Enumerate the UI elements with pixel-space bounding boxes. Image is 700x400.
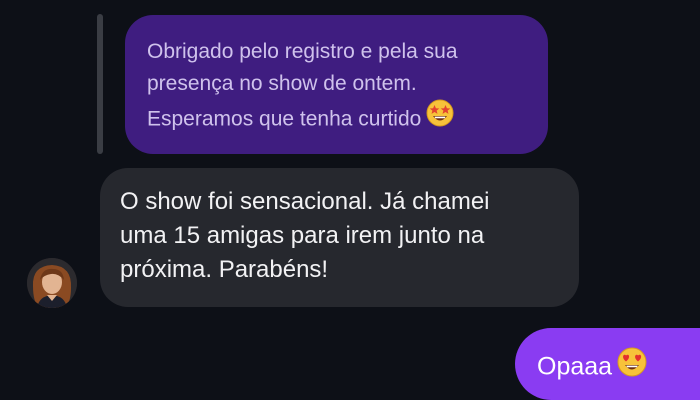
- quoted-message-line: presença no show de ontem.: [147, 72, 417, 95]
- outgoing-message-text: Opaaa: [537, 352, 613, 381]
- quoted-message-bubble[interactable]: Obrigado pelo registro e pela sua presen…: [125, 15, 548, 154]
- reply-indicator-bar: [97, 14, 103, 154]
- quoted-message-line-text: Esperamos que tenha curtido: [147, 107, 422, 131]
- chat-thread: Obrigado pelo registro e pela sua presen…: [0, 0, 700, 400]
- incoming-message-line: próxima. Parabéns!: [120, 256, 329, 283]
- quoted-message-line: Obrigado pelo registro e pela sua: [147, 40, 458, 63]
- incoming-message-line: O show foi sensacional. Já chamei: [120, 188, 490, 215]
- outgoing-message-bubble[interactable]: Opaaa: [515, 328, 700, 400]
- sender-avatar[interactable]: [27, 258, 77, 308]
- quoted-message-line: Esperamos que tenha curtido: [147, 98, 524, 140]
- incoming-message-bubble[interactable]: O show foi sensacional. Já chamei uma 15…: [100, 168, 579, 307]
- heart-eyes-emoji-icon: [616, 346, 648, 386]
- incoming-message-line: uma 15 amigas para irem junto na: [120, 222, 485, 249]
- star-struck-emoji-icon: [425, 98, 455, 138]
